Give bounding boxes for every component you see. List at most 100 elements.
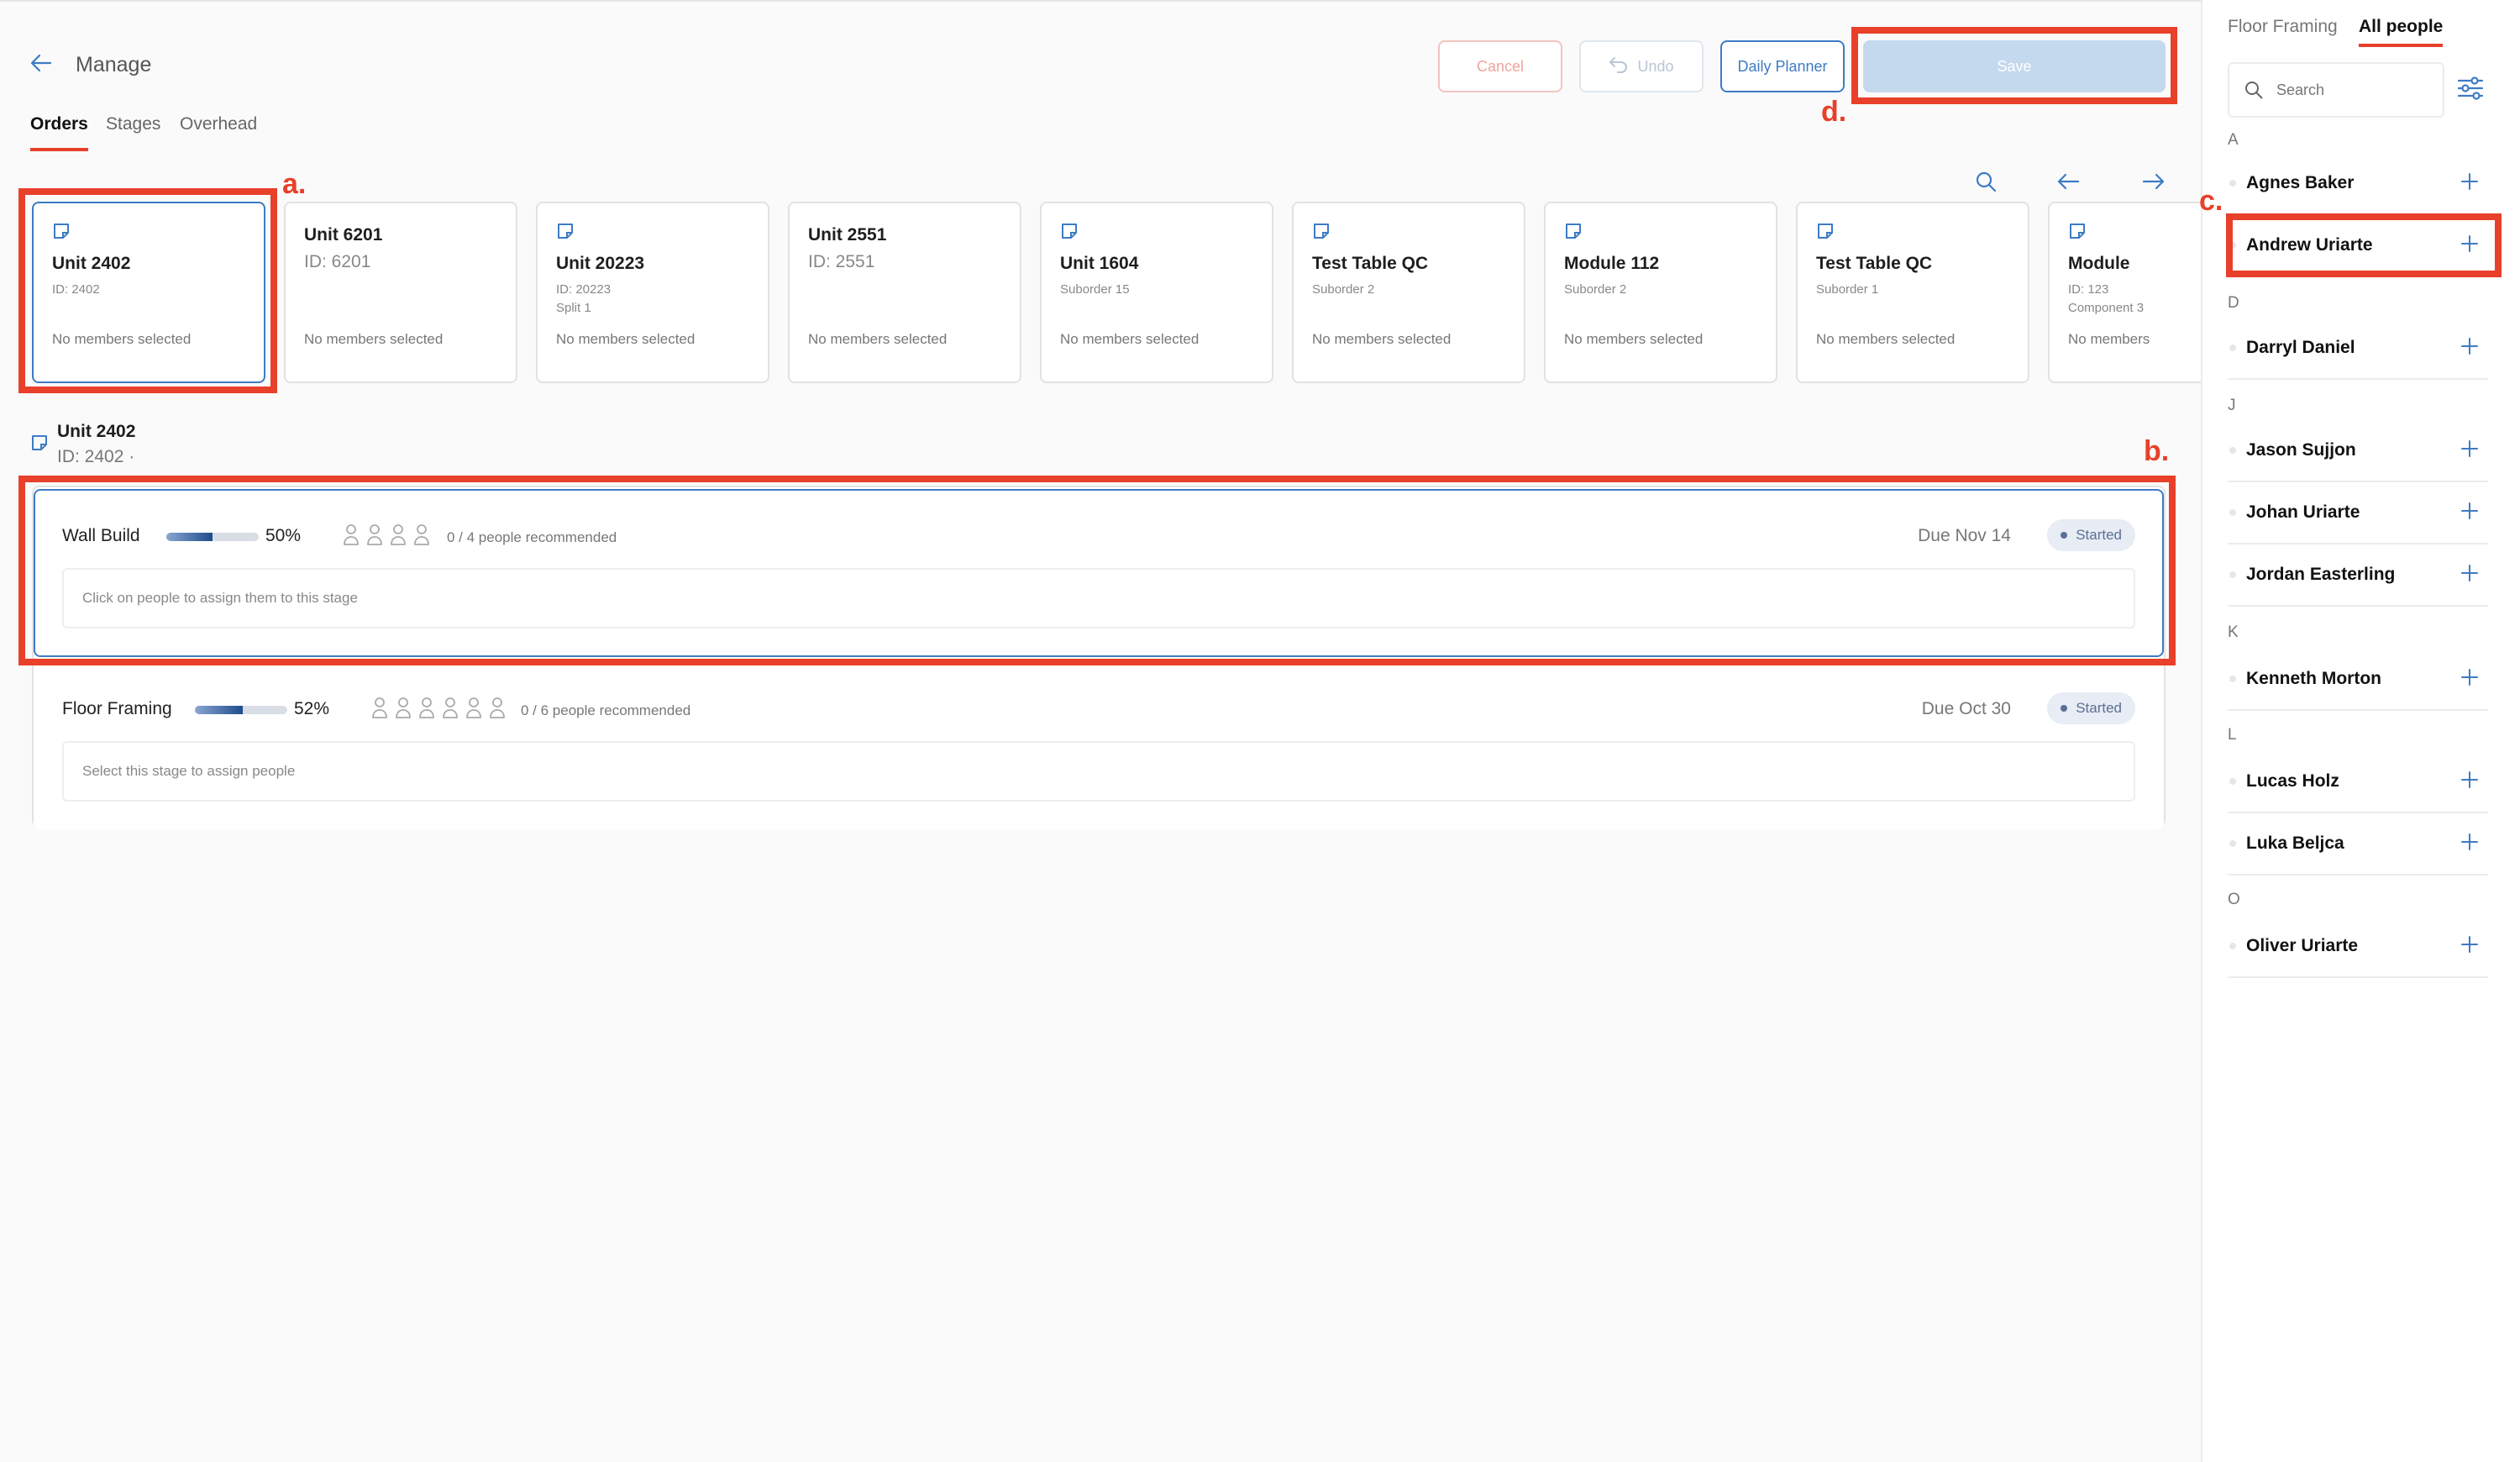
sidebar-tab-floor-framing[interactable]: Floor Framing [2228,17,2338,37]
plus-icon[interactable] [2460,439,2480,463]
people-search[interactable] [2228,62,2444,118]
order-icon [2068,222,2087,245]
plus-icon[interactable] [2460,234,2480,258]
plus-icon[interactable] [2460,336,2480,360]
order-title: Module 112 [1564,254,1660,273]
order-suborder: Suborder 1 [1816,282,1879,297]
person-name: Agnes Baker [2246,173,2355,192]
stage-due-date: Due Oct 30 [1921,699,2011,718]
plus-icon[interactable] [2460,934,2480,959]
stage-progress-bar [166,533,259,541]
person-name: Lucas Holz [2246,771,2339,791]
stage-progress-bar [195,706,287,714]
cancel-label: Cancel [1476,57,1525,75]
stage-progress-fill [195,706,244,714]
sidebar-tab-label: Floor Framing [2228,17,2338,36]
people-indicator [343,523,430,546]
order-members: No members selected [304,331,444,347]
person-item[interactable]: Jason Sujjon [2228,420,2488,482]
person-icon [372,697,387,718]
sidebar-tab-all-people[interactable]: All people [2359,17,2444,47]
person-name: Darryl Daniel [2246,338,2355,357]
order-members: No members selected [808,331,948,347]
arrow-left-icon[interactable] [2056,170,2080,197]
plus-icon[interactable] [2460,563,2480,587]
back-button[interactable]: Manage [30,52,151,78]
status-label: Started [2076,700,2122,716]
stage-recommended: 0 / 4 people recommended [447,529,617,545]
stage-assign-area[interactable]: Click on people to assign them to this s… [62,568,2135,628]
plus-icon[interactable] [2460,832,2480,856]
back-arrow-icon [30,52,52,78]
person-item[interactable]: Lucas Holz [2228,751,2488,813]
person-item[interactable]: Luka Beljca [2228,813,2488,876]
order-card[interactable]: Unit 20223 ID: 20223 Split 1 No members … [536,202,769,383]
stage-row[interactable]: Wall Build 50% 0 / 4 people recommended … [34,489,2164,657]
annotation-label-b: b. [2144,435,2170,467]
status-dot [2229,180,2236,187]
cancel-button[interactable]: Cancel [1438,40,1562,92]
person-item[interactable]: Agnes Baker [2228,153,2488,215]
person-item[interactable]: Kenneth Morton [2228,649,2488,711]
tab-overhead[interactable]: Overhead [180,114,257,134]
search-orders-icon[interactable] [1974,170,1998,197]
order-title: Unit 20223 [556,254,645,273]
stage-name: Wall Build [62,526,140,545]
tab-stages-label: Stages [106,114,161,134]
person-icon [414,524,429,545]
tab-orders[interactable]: Orders [30,114,88,151]
status-dot [2229,571,2236,578]
order-card[interactable]: Test Table QC Suborder 2 No members sele… [1292,202,1525,383]
order-card[interactable]: Module 112 Suborder 2 No members selecte… [1544,202,1777,383]
daily-planner-button[interactable]: Daily Planner [1720,40,1845,92]
person-item[interactable]: Oliver Uriarte [2228,916,2488,978]
stage-assign-area[interactable]: Select this stage to assign people [62,741,2135,802]
order-card[interactable]: Test Table QC Suborder 1 No members sele… [1796,202,2029,383]
undo-button[interactable]: Undo [1579,40,1704,92]
status-dot [2229,943,2236,949]
save-label: Save [1997,57,2032,75]
plus-icon[interactable] [2460,770,2480,794]
stage-progress-value: 52% [294,699,330,718]
order-members: No members selected [1060,331,1200,347]
order-icon [1060,222,1079,245]
plus-icon[interactable] [2460,171,2480,196]
order-card[interactable]: Unit 2402 ID: 2402 No members selected [32,202,265,383]
tab-stages[interactable]: Stages [106,114,160,134]
order-members: No members selected [52,331,192,347]
order-title: Module [2068,254,2130,273]
person-item[interactable]: Jordan Easterling [2228,544,2488,607]
plus-icon[interactable] [2460,501,2480,525]
plus-icon[interactable] [2460,667,2480,692]
section-letter: D [2228,294,2239,312]
section-letter: O [2228,891,2240,908]
order-card[interactable]: Unit 1604 Suborder 15 No members selecte… [1040,202,1273,383]
order-card[interactable]: Unit 2551 ID: 2551 No members selected [788,202,1021,383]
order-members: No members selected [1816,331,1956,347]
person-item[interactable]: Darryl Daniel [2228,318,2488,380]
tab-overhead-label: Overhead [180,114,258,134]
person-icon [443,697,458,718]
order-title: Unit 2402 [52,254,131,273]
status-dot [2229,242,2236,249]
stage-progress-fill [166,533,213,541]
status-dot [2229,840,2236,847]
person-icon [396,697,411,718]
order-title: Unit 1604 [1060,254,1139,273]
filter-icon[interactable] [2456,74,2485,107]
status-badge: Started [2047,692,2135,724]
person-item[interactable]: Johan Uriarte [2228,482,2488,544]
order-split: Split 1 [556,301,591,315]
order-members: No members selected [1312,331,1452,347]
stage-row[interactable]: Floor Framing 52% 0 / 6 people recommend… [34,662,2164,830]
person-icon [367,524,382,545]
person-name: Kenneth Morton [2246,669,2381,688]
order-card[interactable]: Unit 6201 ID: 6201 No members selected [284,202,517,383]
undo-label: Undo [1637,57,1674,75]
stage-name: Floor Framing [62,699,172,718]
order-card[interactable]: Module ID: 123 Component 3 No members [2048,202,2201,383]
save-button[interactable]: Save [1863,40,2166,92]
search-input[interactable] [2276,76,2428,104]
arrow-right-icon[interactable] [2142,170,2166,197]
person-item[interactable]: Andrew Uriarte [2228,215,2488,277]
